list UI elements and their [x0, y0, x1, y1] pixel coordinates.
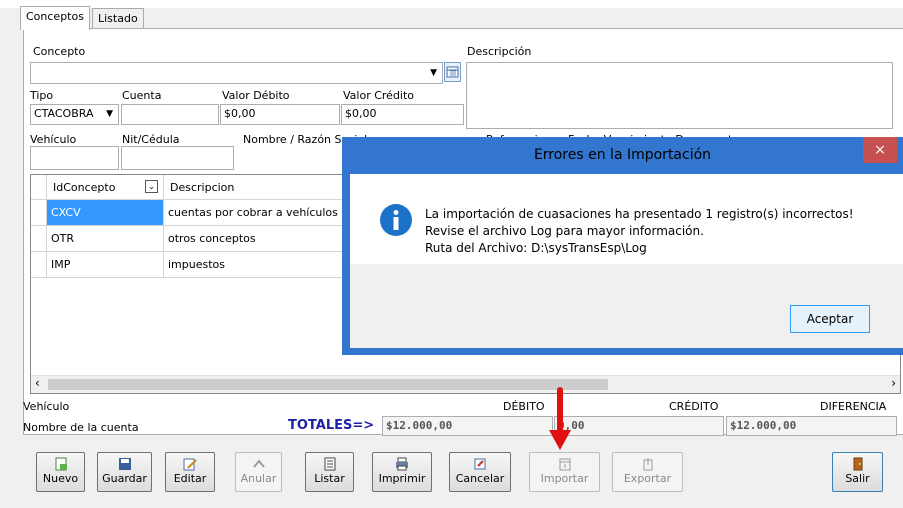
diferencia-total: 0,00: [554, 416, 724, 436]
cancelar-label: Cancelar: [455, 472, 505, 485]
concepto-label: Concepto: [33, 45, 86, 58]
vehiculo-label: Vehículo: [30, 133, 77, 146]
error-dialog: Errores en la Importación × La importaci…: [342, 137, 903, 355]
close-icon: ×: [874, 142, 886, 158]
horizontal-scrollbar[interactable]: ‹ ›: [31, 375, 900, 393]
scrollbar-thumb[interactable]: [48, 379, 608, 390]
diferencia-label: DIFERENCIA: [820, 400, 887, 413]
lookup-button[interactable]: [444, 62, 461, 82]
totales-label: TOTALES=>: [288, 418, 375, 433]
top-strip: [0, 0, 903, 8]
dialog-message-line2: Revise el archivo Log para mayor informa…: [425, 224, 704, 238]
tipo-select[interactable]: CTACOBRA ▼: [30, 104, 119, 125]
salir-button[interactable]: Salir: [832, 452, 883, 492]
new-document-icon: [55, 457, 67, 471]
dialog-body: La importación de cuasaciones ha present…: [350, 174, 903, 264]
dropdown-arrow-icon[interactable]: ▼: [106, 105, 113, 123]
cancel-icon: [474, 458, 486, 470]
dropdown-arrow-icon[interactable]: ▼: [430, 64, 437, 82]
cuenta-field[interactable]: [121, 104, 219, 125]
credito-total: $12.000,00: [726, 416, 897, 436]
column-header-descripcion[interactable]: Descripcion: [164, 175, 354, 200]
row-header: [31, 226, 47, 252]
debito-total: $12.000,00: [382, 416, 553, 436]
save-disk-icon: [118, 458, 131, 470]
export-icon: [643, 458, 652, 471]
descripcion-field[interactable]: [466, 62, 893, 129]
scroll-left-icon[interactable]: ‹: [35, 376, 40, 390]
dialog-button-area: Aceptar: [350, 264, 903, 348]
cancelar-button[interactable]: Cancelar: [449, 452, 511, 492]
salir-label: Salir: [845, 472, 870, 485]
aceptar-button[interactable]: Aceptar: [790, 305, 870, 333]
guardar-label: Guardar: [102, 472, 147, 485]
edit-pencil-icon: [183, 458, 197, 471]
concepto-combo[interactable]: ▼: [30, 62, 443, 84]
credito-label: CRÉDITO: [669, 400, 719, 413]
exit-door-icon: [853, 457, 862, 471]
table-cell-id[interactable]: IMP: [47, 252, 164, 278]
void-icon: [252, 459, 265, 468]
imprimir-label: Imprimir: [378, 472, 426, 485]
importar-label: Importar: [540, 472, 589, 485]
table-cell-desc[interactable]: otros conceptos: [164, 226, 354, 252]
debito-label: DÉBITO: [503, 400, 545, 413]
listar-label: Listar: [314, 472, 345, 485]
list-icon: [324, 457, 335, 471]
footer-vehiculo-label: Vehículo: [23, 400, 70, 413]
editar-label: Editar: [173, 472, 207, 485]
tab-conceptos[interactable]: Conceptos: [20, 6, 90, 30]
filter-dropdown-icon[interactable]: ⌄: [145, 180, 158, 193]
info-icon: [380, 204, 412, 236]
valor-debito-field[interactable]: $0,00: [220, 104, 340, 125]
red-arrow-annotation: [549, 387, 571, 450]
row-header: [31, 200, 47, 226]
table-cell-desc[interactable]: cuentas por cobrar a vehículos: [164, 200, 354, 226]
row-header: [31, 252, 47, 278]
table-cell-desc[interactable]: impuestos: [164, 252, 354, 278]
anular-button[interactable]: Anular: [235, 452, 282, 492]
dialog-title: Errores en la Importación: [533, 147, 712, 163]
printer-icon: [396, 457, 408, 471]
tipo-label: Tipo: [30, 89, 54, 102]
cuenta-label: Cuenta: [122, 89, 162, 102]
descripcion-label: Descripción: [467, 45, 532, 58]
column-header-idconcepto[interactable]: IdConcepto ⌄: [47, 175, 164, 200]
imprimir-button[interactable]: Imprimir: [372, 452, 432, 492]
row-header-corner: [31, 175, 47, 200]
nit-label: Nit/Cédula: [122, 133, 180, 146]
importar-button[interactable]: Importar: [529, 452, 600, 492]
anular-label: Anular: [240, 472, 277, 485]
dialog-message-line1: La importación de cuasaciones ha present…: [425, 207, 854, 221]
exportar-label: Exportar: [623, 472, 672, 485]
nuevo-button[interactable]: Nuevo: [36, 452, 85, 492]
table-icon: [446, 66, 459, 78]
scroll-right-icon[interactable]: ›: [891, 376, 896, 390]
vehiculo-field[interactable]: [30, 146, 119, 170]
main-window: Conceptos Listado Concepto ▼ Descripción…: [0, 0, 903, 508]
table-cell-id[interactable]: OTR: [47, 226, 164, 252]
tab-listado[interactable]: Listado: [92, 8, 144, 29]
nit-field[interactable]: [121, 146, 234, 170]
nuevo-label: Nuevo: [42, 472, 79, 485]
table-cell-id[interactable]: CXCV: [47, 200, 164, 226]
tipo-value: CTACOBRA: [34, 107, 94, 120]
column-header-label: IdConcepto: [53, 181, 116, 194]
nombre-cuenta-label: Nombre de la cuenta: [23, 421, 139, 434]
close-button[interactable]: ×: [863, 137, 897, 163]
guardar-button[interactable]: Guardar: [97, 452, 152, 492]
import-icon: [559, 458, 570, 471]
valor-credito-field[interactable]: $0,00: [341, 104, 464, 125]
editar-button[interactable]: Editar: [165, 452, 215, 492]
listar-button[interactable]: Listar: [305, 452, 354, 492]
exportar-button[interactable]: Exportar: [612, 452, 683, 492]
dialog-message-line3: Ruta del Archivo: D:\sysTransEsp\Log: [425, 241, 647, 255]
valor-debito-label: Valor Débito: [222, 89, 290, 102]
valor-credito-label: Valor Crédito: [343, 89, 415, 102]
